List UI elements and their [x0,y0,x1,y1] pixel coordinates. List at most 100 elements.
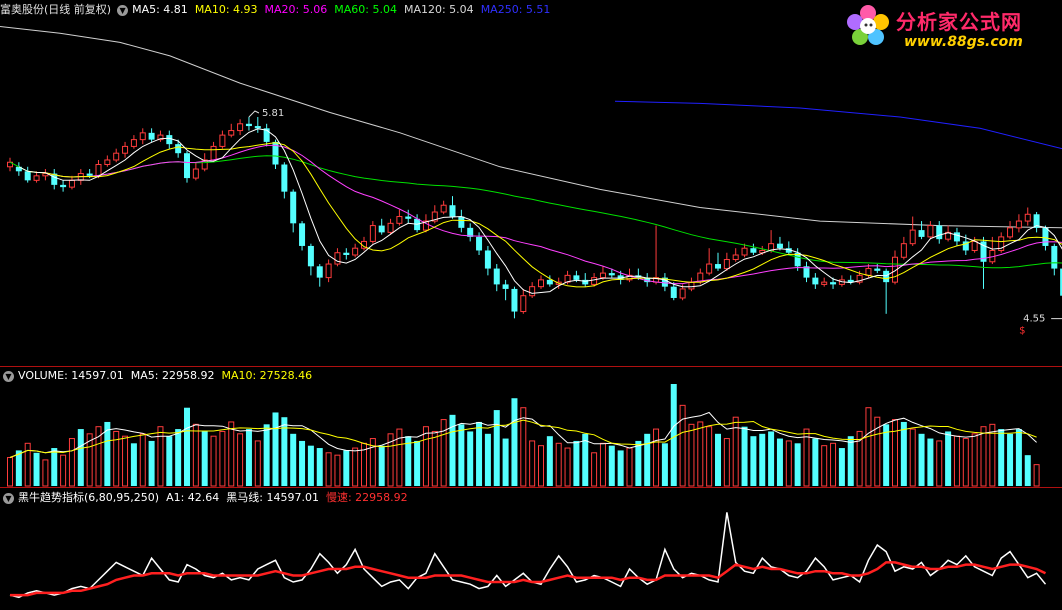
volume-bar [467,431,474,486]
ma-legend-item-2: MA20: 5.06 [264,3,328,16]
volume-bar [812,438,819,486]
volume-bar [68,438,75,487]
candle-body [184,153,190,179]
indicator-legend: ▼ 黑牛趋势指标(6,80,95,250) A1: 42.64 黑马线: 14597… [0,488,415,508]
volume-bar [343,450,350,486]
volume-bar [484,433,491,486]
volume-bar [1024,455,1031,486]
volume-bar [847,436,854,486]
volume-bar [237,433,244,487]
ma-legend-item-3: MA60: 5.04 [334,3,397,16]
volume-legend: ▼ VOLUME: 14597.01 MA5: 22958.92 MA10: 275… [0,366,319,386]
candle-body [874,268,881,271]
volume-bar [529,440,536,487]
volume-bar [219,430,226,487]
candle-body [307,245,314,267]
candle-body [369,225,376,242]
volume-bar [830,442,837,487]
candle-body [68,179,75,188]
candle-body [1042,227,1049,246]
ma250-line [614,100,1062,150]
indicator-legend-item-3: 慢速: 22958.92 [325,491,408,504]
candle-body [706,263,713,274]
indicator-legend-item-0: 黑牛趋势指标(6,80,95,250) [18,491,160,504]
volume-bar [838,448,845,486]
ma120-line [0,26,1062,229]
volume-bar [263,424,270,486]
volume-bar [130,443,137,486]
candle-body [219,134,226,147]
candle-body [511,288,518,312]
candle-body [953,232,960,242]
candle-body [821,281,828,285]
candle-body [237,123,244,132]
volume-legend-item-2: MA10: 27528.46 [221,369,313,382]
ma-legend-items: MA5: 4.81 MA10: 4.93 MA20: 5.06 MA60: 5.04 M… [132,0,557,20]
ma20-line [45,144,1062,285]
volume-bar [998,429,1005,486]
candle-body [573,275,580,280]
candle-body [529,286,536,297]
volume-bar [184,407,190,486]
volume-bar [325,452,332,487]
volume-bar [591,452,598,487]
volume-bar [299,440,306,486]
signal-marker: $ [1019,326,1025,337]
volume-bar [892,419,898,487]
candle-body [325,263,332,279]
volume-bar [635,440,642,486]
volume-bar [15,450,22,486]
volume-bar [139,433,146,487]
volume-bar [750,436,757,486]
volume-bar [697,421,704,487]
volume-bar [307,445,314,486]
candle-body [122,145,129,154]
candle-body [776,243,783,249]
candle-body [343,252,350,255]
candle-body [33,175,40,181]
volume-bar [493,410,500,486]
candle-body [936,225,943,240]
candle-body [86,173,93,176]
ma5-line [18,128,1062,294]
candle-body [440,204,447,213]
volume-bar [918,433,925,486]
volume-bar [821,445,828,487]
settings-circle-icon[interactable]: ▼ [3,370,14,382]
candle-body [1015,220,1022,229]
candle-body [688,281,695,290]
candle-body [476,236,483,251]
candle-body [1007,227,1014,238]
volume-bar [909,428,916,487]
volume-bar [157,426,164,487]
volume-bar [794,443,801,486]
candle-body [538,279,544,288]
volume-bar [228,421,235,487]
candle-body [139,132,146,141]
settings-circle-icon[interactable]: ▼ [3,492,14,504]
volume-bar [414,440,421,486]
volume-bar [148,440,155,486]
candle-body [715,264,721,269]
candle-body [60,184,67,188]
volume-bar [352,447,359,487]
volume-bar [520,407,527,487]
volume-bar [210,435,217,487]
settings-circle-icon[interactable]: ▼ [117,4,129,16]
ma-legend-item-4: MA120: 5.04 [403,3,474,16]
volume-bar [511,398,518,486]
volume-bar [927,438,934,486]
volume-bar [608,445,615,486]
volume-bar [803,428,810,487]
site-logo: 分析家公式网 www.88gs.com [846,2,1056,54]
volume-bar [617,450,624,486]
volume-bar [865,407,872,487]
volume-bar [272,412,279,486]
volume-bar [573,440,580,486]
candle-body [458,216,465,228]
candle-body [493,268,500,285]
indicator-legend-item-1: A1: 42.64 [166,491,220,504]
volume-bar [502,438,509,486]
volume-bar [723,438,730,487]
volume-bar [945,431,952,486]
